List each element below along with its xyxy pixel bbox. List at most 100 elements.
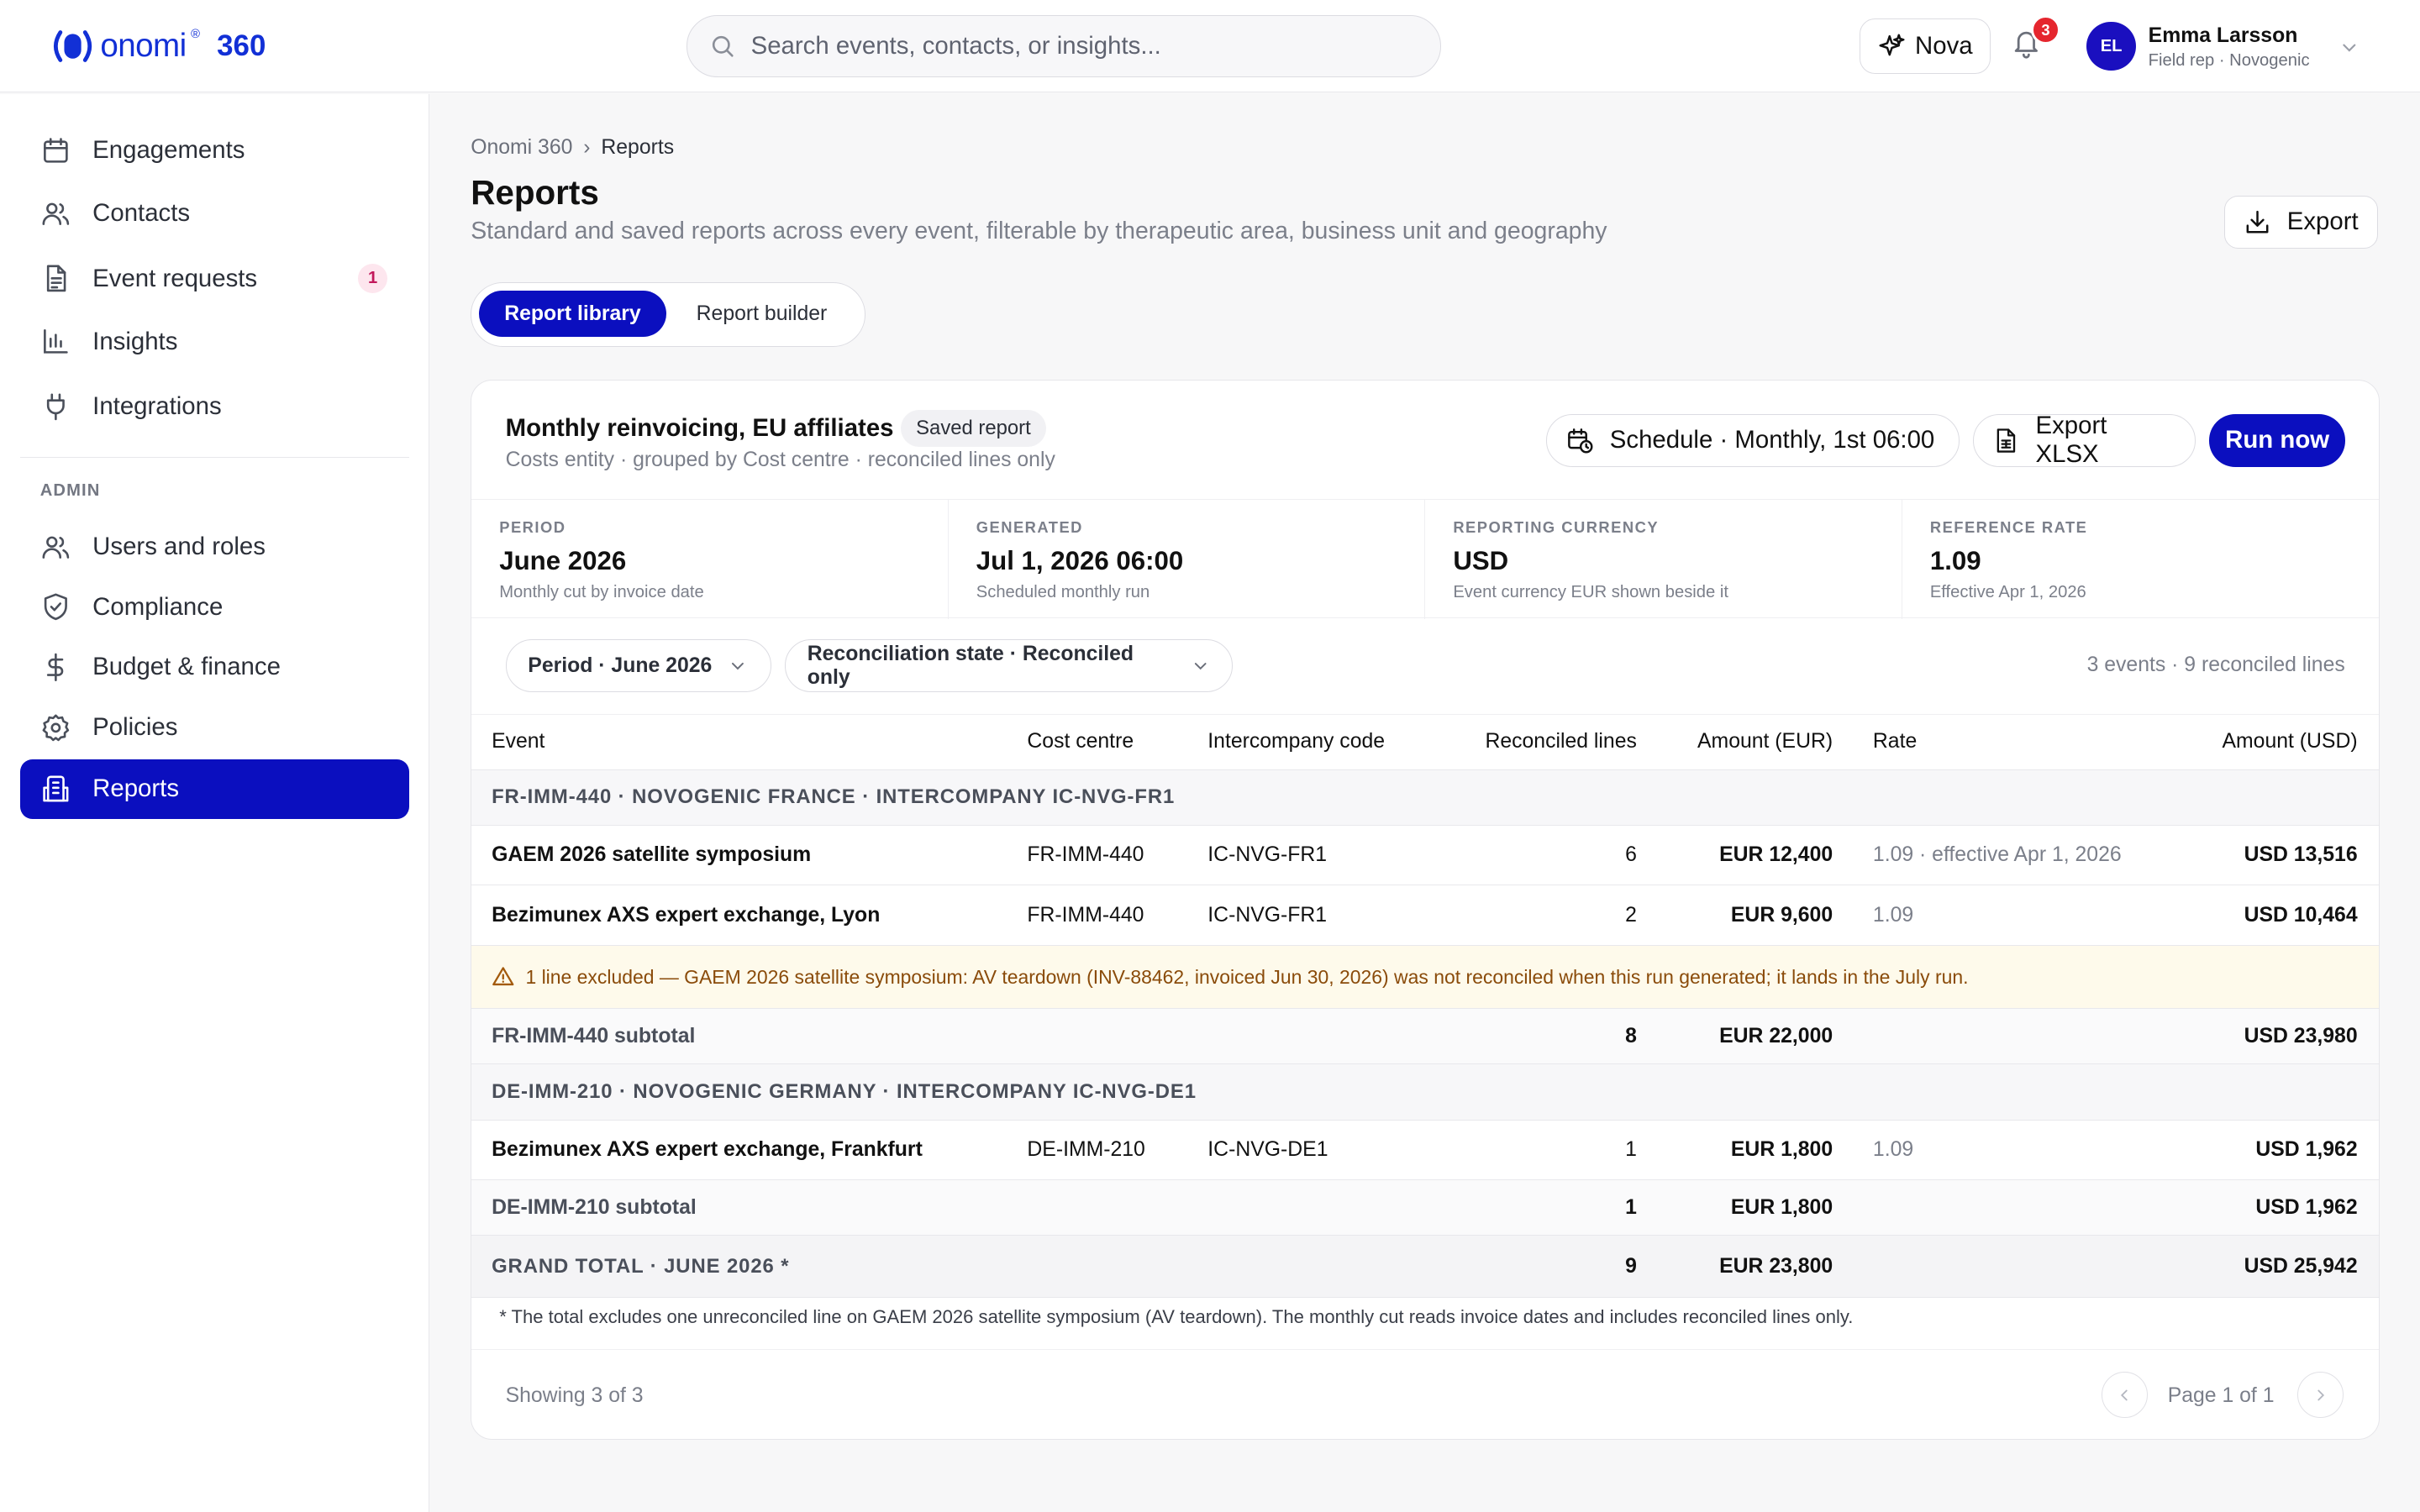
subtotal-row: DE-IMM-210 subtotal 1 EUR 1,800 USD 1,96…	[471, 1180, 2380, 1236]
filter-period[interactable]: Period · June 2026	[505, 639, 771, 692]
previous-page-button[interactable]	[2101, 1371, 2148, 1419]
schedule-button[interactable]: Schedule · Monthly, 1st 06:00	[1545, 414, 1960, 467]
reports-icon	[43, 775, 69, 802]
saved-report-badge: Saved report	[900, 409, 1047, 447]
cell-amount-eur: EUR 12,400	[1719, 843, 1833, 867]
plug-icon	[46, 393, 65, 420]
sidebar-item-event-requests[interactable]: Event requests 1	[20, 249, 409, 309]
filter-label: Period · June 2026	[528, 654, 713, 677]
column-header-amount-eur[interactable]: Amount (EUR)	[1644, 715, 1833, 769]
cell-rate: 1.09	[1872, 903, 1914, 927]
sidebar-item-label: Integrations	[92, 391, 222, 420]
export-xlsx-button[interactable]: Export XLSX	[1973, 412, 2196, 469]
search-input[interactable]	[750, 32, 1400, 61]
report-table: Event Cost centre Intercompany code Reco…	[471, 713, 2380, 1298]
sidebar-divider	[19, 456, 409, 459]
sidebar-item-reports[interactable]: Reports	[19, 759, 409, 820]
sidebar-section-heading: ADMIN	[39, 481, 101, 501]
column-header-reconciled-lines[interactable]: Reconciled lines	[1397, 715, 1636, 769]
breadcrumb-root[interactable]: Onomi 360	[471, 136, 572, 160]
cell-reconciled-lines: 6	[1625, 843, 1637, 867]
user-role: Field rep · Novogenic	[2148, 50, 2310, 70]
table-header-row: Event Cost centre Intercompany code Reco…	[471, 715, 2380, 770]
stat-value: 1.09	[1929, 546, 1981, 576]
cell-intercompany-code: IC-NVG-DE1	[1207, 1137, 1328, 1161]
sidebar-item-label: Reports	[92, 774, 180, 803]
column-header-intercompany-code[interactable]: Intercompany code	[1207, 715, 1385, 769]
spreadsheet-file-icon	[1996, 428, 2016, 453]
breadcrumb-current: Reports	[601, 135, 675, 159]
table-row[interactable]: Bezimunex AXS expert exchange, Lyon FR-I…	[471, 885, 2380, 947]
sidebar-item-budget-finance[interactable]: Budget & finance	[20, 638, 409, 698]
event-requests-badge: 1	[358, 264, 388, 293]
sidebar-item-label: Engagements	[92, 136, 245, 165]
tab-report-library[interactable]: Report library	[479, 291, 666, 338]
column-header-amount-usd[interactable]: Amount (USD)	[2139, 715, 2357, 769]
table-pagination: Showing 3 of 3 Page 1 of 1	[471, 1349, 2380, 1438]
user-avatar[interactable]: EL	[2086, 21, 2136, 71]
report-tabs: Report library Report builder	[471, 282, 866, 348]
stat-note: Monthly cut by invoice date	[499, 582, 704, 601]
column-header-rate[interactable]: Rate	[1873, 715, 1917, 769]
app-logo[interactable]: onomi ® 360	[50, 24, 266, 67]
sidebar-item-label: Event requests	[92, 264, 258, 292]
sidebar-item-label: Budget & finance	[92, 653, 281, 681]
sidebar-item-policies[interactable]: Policies	[20, 697, 409, 758]
group-heading: DE-IMM-210 · NOVOGENIC GERMANY · INTERCO…	[492, 1080, 1197, 1104]
filter-reconciliation-state[interactable]: Reconciliation state · Reconciled only	[785, 639, 1233, 692]
next-page-button[interactable]	[2297, 1371, 2344, 1419]
nova-label: Nova	[1915, 32, 1973, 60]
column-header-event[interactable]: Event	[492, 715, 544, 769]
breadcrumb: Onomi 360 › Reports	[471, 136, 674, 160]
breadcrumb-separator: ›	[583, 135, 591, 159]
run-now-button[interactable]: Run now	[2209, 414, 2345, 467]
chevron-left-icon	[2121, 1389, 2128, 1400]
subtotal-lines: 1	[1625, 1195, 1637, 1219]
cell-event: Bezimunex AXS expert exchange, Frankfurt	[492, 1137, 923, 1161]
sidebar-item-users-and-roles[interactable]: Users and roles	[20, 517, 409, 577]
showing-count: Showing 3 of 3	[505, 1383, 644, 1407]
shield-icon	[44, 593, 67, 621]
sidebar-item-integrations[interactable]: Integrations	[20, 376, 409, 437]
stat-note: Effective Apr 1, 2026	[1929, 582, 2086, 601]
cell-rate: 1.09	[1872, 1137, 1914, 1161]
subtotal-amount-eur: EUR 22,000	[1719, 1024, 1833, 1047]
calendar-clock-icon	[1567, 428, 1593, 454]
grand-total-amount-eur: EUR 23,800	[1719, 1254, 1833, 1278]
sidebar-item-compliance[interactable]: Compliance	[20, 577, 409, 638]
schedule-label: Schedule · Monthly, 1st 06:00	[1609, 426, 1935, 454]
table-row[interactable]: GAEM 2026 satellite symposium FR-IMM-440…	[471, 826, 2380, 886]
subtotal-amount-eur: EUR 1,800	[1730, 1195, 1833, 1219]
page-subtitle: Standard and saved reports across every …	[471, 217, 1607, 244]
report-stats: PERIOD June 2026 Monthly cut by invoice …	[471, 499, 2380, 619]
stat-value: USD	[1453, 546, 1509, 576]
nova-button[interactable]: Nova	[1860, 18, 1991, 75]
calendar-icon	[43, 137, 68, 163]
warning-content: 1 line excluded — GAEM 2026 satellite sy…	[492, 946, 1968, 1008]
search-icon	[712, 36, 734, 58]
user-name[interactable]: Emma Larsson	[2149, 24, 2298, 48]
sidebar-item-contacts[interactable]: Contacts	[20, 184, 409, 244]
cell-event: GAEM 2026 satellite symposium	[492, 843, 812, 867]
column-header-cost-centre[interactable]: Cost centre	[1027, 715, 1134, 769]
tab-report-builder[interactable]: Report builder	[672, 291, 851, 337]
cell-amount-usd: USD 10,464	[2244, 903, 2358, 927]
export-xlsx-label: Export XLSX	[2035, 412, 2107, 469]
filter-label: Reconciliation state · Reconciled only	[807, 642, 1134, 689]
group-heading-row: FR-IMM-440 · NOVOGENIC FRANCE · INTERCOM…	[471, 769, 2380, 826]
global-search[interactable]	[687, 15, 1442, 77]
chevron-down-icon[interactable]	[2338, 37, 2360, 59]
subtotal-lines: 8	[1625, 1024, 1637, 1047]
sidebar: Engagements Contacts Event requests 1 In…	[0, 94, 429, 1512]
report-card: Monthly reinvoicing, EU affiliates Saved…	[471, 379, 2381, 1440]
sidebar-item-engagements[interactable]: Engagements	[20, 120, 409, 181]
sidebar-item-insights[interactable]: Insights	[20, 312, 409, 372]
export-button[interactable]: Export	[2223, 196, 2379, 249]
sidebar-item-label: Compliance	[92, 592, 224, 621]
stat-value: Jul 1, 2026 06:00	[976, 546, 1184, 576]
logo-mark-icon	[53, 30, 92, 63]
cell-rate: 1.09 · effective Apr 1, 2026	[1872, 843, 2122, 867]
stat-label: REFERENCE RATE	[1929, 518, 2088, 537]
table-row[interactable]: Bezimunex AXS expert exchange, Frankfurt…	[471, 1121, 2380, 1181]
cell-amount-eur: EUR 9,600	[1730, 903, 1833, 927]
